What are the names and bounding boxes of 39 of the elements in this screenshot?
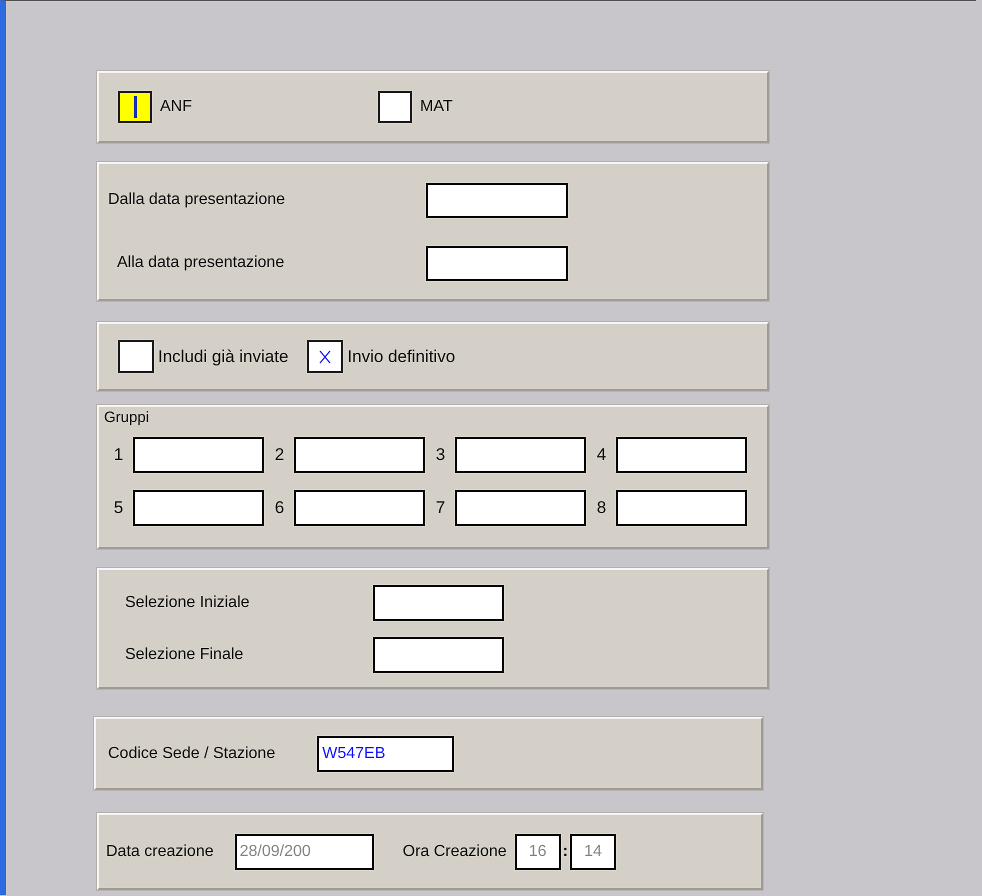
field-number: 7: [434, 498, 446, 518]
date-field[interactable]: [426, 182, 568, 218]
field-label: Ora Creazione: [402, 842, 507, 860]
checkbox-label: MAT: [420, 98, 453, 116]
field-label: Codice Sede / Stazione: [108, 744, 276, 762]
field-label: Data creazione: [106, 842, 214, 860]
date-field[interactable]: [426, 246, 568, 280]
group-field[interactable]: [455, 437, 586, 473]
field-label: Selezione Iniziale: [125, 594, 251, 612]
checkbox-label: ANF: [160, 98, 192, 116]
group-field[interactable]: [616, 490, 747, 526]
selection-field[interactable]: [373, 584, 504, 620]
field-number: 5: [112, 498, 124, 518]
station-field[interactable]: W547EB: [317, 736, 454, 772]
group-field[interactable]: [294, 490, 425, 526]
field-number: 8: [596, 498, 608, 518]
group-field[interactable]: [294, 437, 425, 473]
checkbox-label: Invio definitivo: [347, 346, 456, 366]
group-title: Gruppi: [104, 409, 150, 427]
selection-field[interactable]: [373, 636, 504, 672]
field-number: 4: [596, 445, 608, 465]
field-number: 6: [274, 498, 286, 518]
group-field[interactable]: [133, 490, 264, 526]
group-field[interactable]: [616, 437, 747, 473]
checkbox[interactable]: [307, 340, 344, 373]
checkbox[interactable]: [118, 91, 152, 123]
field-label: Dalla data presentazione: [108, 191, 286, 209]
field-number: 1: [112, 445, 124, 465]
group-field[interactable]: [455, 490, 586, 526]
field-number: 2: [274, 445, 286, 465]
field-number: 3: [434, 445, 446, 465]
checkbox[interactable]: [378, 91, 412, 123]
field-label: Selezione Finale: [125, 646, 244, 664]
cross-icon: [318, 348, 332, 364]
checkbox[interactable]: [118, 340, 154, 373]
field-label: Alla data presentazione: [116, 254, 286, 272]
group-field[interactable]: [133, 437, 264, 473]
checkbox-label: Includi già inviate: [158, 346, 288, 366]
time-separator: :: [562, 842, 568, 860]
